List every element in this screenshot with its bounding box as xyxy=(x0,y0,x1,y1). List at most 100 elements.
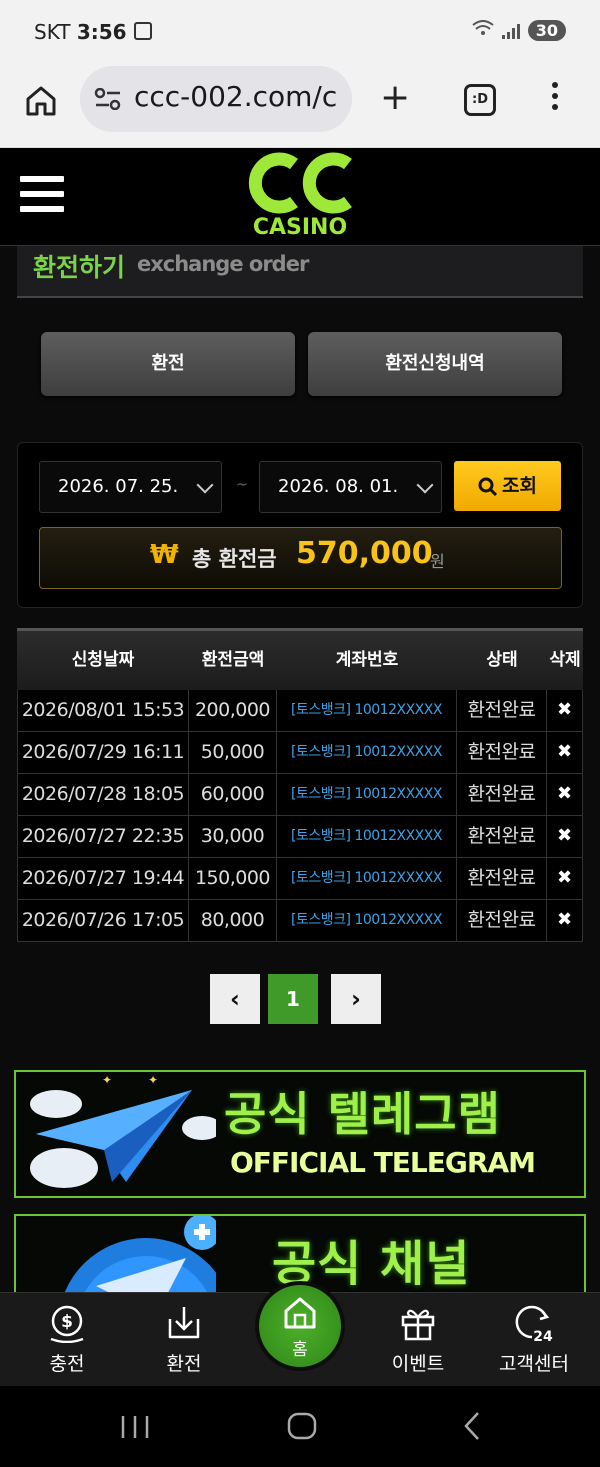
table-row: 2026/07/29 16:11 50,000 [토스뱅크] 10012XXXX… xyxy=(17,732,583,774)
col-delete: 삭제 xyxy=(549,650,581,670)
cell-date: 2026/07/29 16:11 xyxy=(17,732,189,773)
cell-amount: 200,000 xyxy=(189,690,277,731)
search-panel: 2026. 07. 25. ~ 2026. 08. 01. 조회 ₩ 총 환전금… xyxy=(17,442,583,608)
dollar-coin-icon: $ xyxy=(50,1305,84,1344)
cell-status: 환전완료 xyxy=(457,858,547,899)
site-header: CASINO xyxy=(0,148,600,246)
nav-home-button[interactable]: 홈 xyxy=(255,1281,345,1371)
table-row: 2026/07/27 19:44 150,000 [토스뱅크] 10012XXX… xyxy=(17,858,583,900)
status-indicators: 30 xyxy=(472,20,566,41)
total-unit: 원 xyxy=(430,552,445,571)
delete-x-icon[interactable]: ✖ xyxy=(547,774,583,815)
download-tray-icon xyxy=(168,1307,200,1339)
nav-withdraw-label: 환전 xyxy=(166,1353,202,1375)
browser-toolbar: ccc-002.com/c + :D xyxy=(0,66,600,148)
cell-date: 2026/07/28 18:05 xyxy=(17,774,189,815)
bottom-nav: $ 충전 환전 홈 이벤트 24 고객센터 xyxy=(0,1281,600,1386)
delete-x-icon[interactable]: ✖ xyxy=(547,690,583,731)
total-amount: 570,000 xyxy=(296,536,433,571)
nav-withdraw[interactable]: 환전 xyxy=(134,1305,234,1376)
cell-account: [토스뱅크] 10012XXXXX xyxy=(277,816,457,857)
cell-date: 2026/07/27 19:44 xyxy=(17,858,189,899)
pagination-prev-chevron-icon[interactable]: ‹ xyxy=(210,974,260,1024)
cell-status: 환전완료 xyxy=(457,816,547,857)
nav-deposit-label: 충전 xyxy=(49,1353,85,1375)
delete-x-icon[interactable]: ✖ xyxy=(547,732,583,773)
table-row: 2026/07/28 18:05 60,000 [토스뱅크] 10012XXXX… xyxy=(17,774,583,816)
pagination-next-chevron-icon[interactable]: › xyxy=(331,974,381,1024)
cell-account: [토스뱅크] 10012XXXXX xyxy=(277,732,457,773)
address-bar[interactable]: ccc-002.com/c xyxy=(80,66,352,132)
system-nav-bar xyxy=(0,1386,600,1467)
recent-apps-icon[interactable] xyxy=(120,1414,150,1440)
delete-x-icon[interactable]: ✖ xyxy=(547,900,583,941)
browser-home-icon[interactable] xyxy=(24,84,58,118)
clock: 3:56 xyxy=(76,20,127,44)
telegram-banner-subtitle: OFFICIAL TELEGRAM xyxy=(230,1146,536,1179)
telegram-banner-title: 공식 텔레그램 xyxy=(224,1087,501,1141)
paper-plane-icon: ✦ ✦ xyxy=(30,1073,216,1188)
col-account: 계좌번호 xyxy=(335,650,399,670)
end-date-select[interactable]: 2026. 08. 01. xyxy=(259,461,442,513)
start-date-value: 2026. 07. 25. xyxy=(58,476,179,497)
end-date-value: 2026. 08. 01. xyxy=(278,476,399,497)
nav-deposit[interactable]: $ 충전 xyxy=(17,1305,117,1376)
nav-support-label: 고객센터 xyxy=(499,1353,569,1375)
cell-status: 환전완료 xyxy=(457,732,547,773)
delete-x-icon[interactable]: ✖ xyxy=(547,816,583,857)
won-icon: ₩ xyxy=(150,540,179,570)
delete-x-icon[interactable]: ✖ xyxy=(547,858,583,899)
official-telegram-banner[interactable]: ✦ ✦ 공식 텔레그램 OFFICIAL TELEGRAM xyxy=(14,1070,586,1198)
table-row: 2026/07/27 22:35 30,000 [토스뱅크] 10012XXXX… xyxy=(17,816,583,858)
svg-text:✦: ✦ xyxy=(102,1073,112,1087)
nav-home-label: 홈 xyxy=(292,1340,308,1360)
col-amount: 환전금액 xyxy=(201,650,265,670)
page-title: 환전하기 xyxy=(33,253,126,282)
cell-account: [토스뱅크] 10012XXXXX xyxy=(277,774,457,815)
hamburger-menu-icon[interactable] xyxy=(20,176,64,221)
status-carrier-time: SKT 3:56 xyxy=(34,20,127,44)
svg-text:24: 24 xyxy=(533,1329,553,1343)
svg-text:✦: ✦ xyxy=(148,1073,158,1087)
start-date-select[interactable]: 2026. 07. 25. xyxy=(39,461,222,513)
page-subtitle: exchange order xyxy=(137,252,309,276)
home-square-icon[interactable] xyxy=(287,1412,317,1440)
new-tab-plus-icon[interactable]: + xyxy=(380,80,410,116)
tab-switcher-icon[interactable]: :D xyxy=(464,84,496,116)
col-status: 상태 xyxy=(486,650,518,670)
date-separator: ~ xyxy=(236,477,248,493)
cell-status: 환전완료 xyxy=(457,774,547,815)
exchange-history-table: 신청날짜 환전금액 계좌번호 상태 삭제 2026/08/01 15:53 20… xyxy=(17,628,583,942)
total-exchange-summary: ₩ 총 환전금 570,000 원 xyxy=(39,527,562,589)
nav-support[interactable]: 24 고객센터 xyxy=(484,1305,584,1376)
search-button-label: 조회 xyxy=(502,475,537,497)
cell-status: 환전완료 xyxy=(457,900,547,941)
cell-amount: 150,000 xyxy=(189,858,277,899)
cell-account: [토스뱅크] 10012XXXXX xyxy=(277,690,457,731)
back-chevron-icon[interactable] xyxy=(462,1411,482,1441)
total-label: 총 환전금 xyxy=(192,547,277,571)
cell-amount: 30,000 xyxy=(189,816,277,857)
status-bar: SKT 3:56 30 xyxy=(0,0,600,66)
site-logo[interactable]: CASINO xyxy=(244,150,356,242)
site-settings-icon[interactable] xyxy=(94,88,122,110)
channel-plus-icon xyxy=(64,1216,216,1292)
nav-event[interactable]: 이벤트 xyxy=(368,1305,468,1376)
url-text[interactable]: ccc-002.com/c xyxy=(134,80,337,113)
pagination-page-current[interactable]: 1 xyxy=(268,974,318,1024)
browser-menu-icon[interactable] xyxy=(552,82,560,115)
tab-exchange-history[interactable]: 환전신청내역 xyxy=(308,332,562,396)
logo-text: CASINO xyxy=(252,215,348,240)
main-content: 환전하기 exchange order 환전 환전신청내역 2026. 07. … xyxy=(0,246,600,1292)
table-row: 2026/07/26 17:05 80,000 [토스뱅크] 10012XXXX… xyxy=(17,900,583,942)
support-24-icon: 24 xyxy=(515,1305,553,1345)
home-icon xyxy=(284,1297,316,1329)
tab-exchange[interactable]: 환전 xyxy=(41,332,295,396)
cell-account: [토스뱅크] 10012XXXXX xyxy=(277,858,457,899)
signal-icon xyxy=(501,23,520,39)
search-icon xyxy=(478,477,498,496)
battery-badge: 30 xyxy=(527,20,566,41)
cell-date: 2026/07/27 22:35 xyxy=(17,816,189,857)
col-date: 신청날짜 xyxy=(71,650,135,670)
search-button[interactable]: 조회 xyxy=(454,461,561,511)
